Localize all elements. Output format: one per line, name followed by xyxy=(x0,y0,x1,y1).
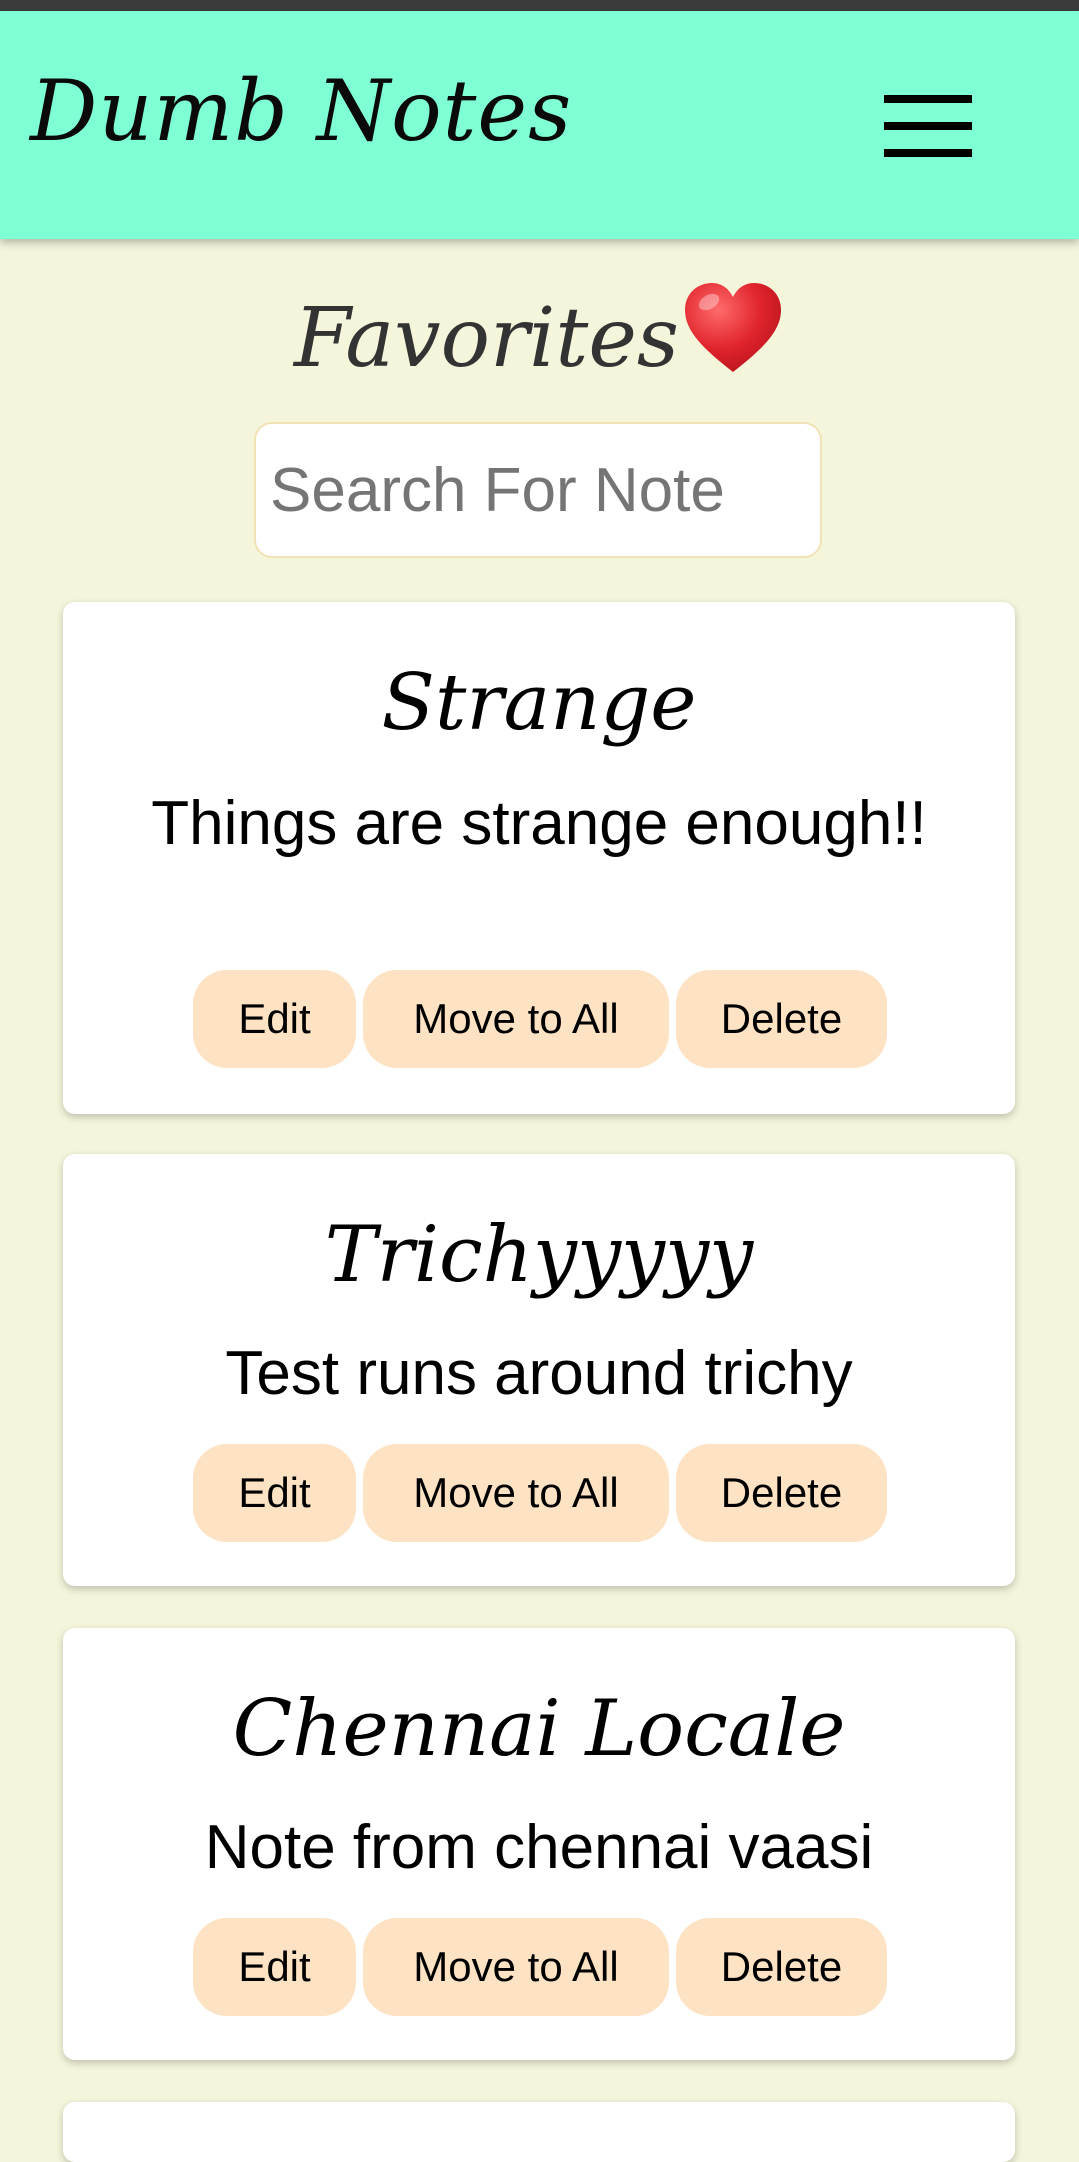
navbar: Dumb Notes xyxy=(0,11,1079,239)
note-body: Things are strange enough!! xyxy=(151,789,927,858)
page-title: Favorites xyxy=(0,280,1079,380)
edit-button[interactable]: Edit xyxy=(193,1918,356,2016)
hamburger-menu-icon[interactable] xyxy=(874,91,974,171)
note-card: Chennai Locale Note from chennai vaasi E… xyxy=(63,1628,1015,2060)
note-title: Strange xyxy=(381,658,697,748)
edit-button[interactable]: Edit xyxy=(193,970,356,1068)
menu-bar-top xyxy=(884,95,972,103)
status-bar-strip xyxy=(0,0,1079,11)
delete-button[interactable]: Delete xyxy=(676,1918,887,2016)
brand-logo[interactable]: Dumb Notes xyxy=(30,69,572,153)
delete-button[interactable]: Delete xyxy=(676,1444,887,1542)
note-body: Note from chennai vaasi xyxy=(204,1813,874,1882)
note-title: Chennai Locale xyxy=(232,1684,846,1774)
search-input[interactable] xyxy=(254,422,822,558)
note-body: Test runs around trichy xyxy=(225,1339,853,1408)
note-card: Strange Things are strange enough!! Edit… xyxy=(63,602,1015,1114)
move-to-all-button[interactable]: Move to All xyxy=(363,970,669,1068)
edit-button[interactable]: Edit xyxy=(193,1444,356,1542)
menu-bar-bottom xyxy=(884,149,972,157)
note-card: Trichyyyyy Test runs around trichy Edit … xyxy=(63,1154,1015,1586)
delete-button[interactable]: Delete xyxy=(676,970,887,1068)
menu-bar-middle xyxy=(884,122,972,130)
page-title-text: Favorites xyxy=(294,291,679,386)
heart-icon xyxy=(681,280,785,376)
move-to-all-button[interactable]: Move to All xyxy=(363,1918,669,2016)
move-to-all-button[interactable]: Move to All xyxy=(363,1444,669,1542)
note-card-partial xyxy=(63,2102,1015,2162)
note-title: Trichyyyyy xyxy=(324,1210,754,1300)
